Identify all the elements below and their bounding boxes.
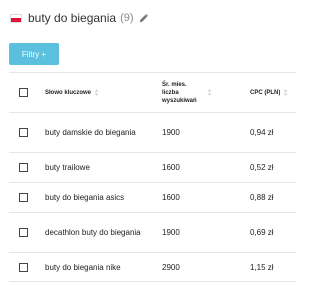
table-row: buty do biegania nike 2900 1,15 zł [9,252,296,282]
row-checkbox[interactable] [18,193,28,202]
keyword-cell: decathlon buty do biegania [45,228,141,237]
row-checkbox[interactable] [18,163,28,172]
keyword-count: (9) [120,12,134,24]
volume-cell: 1600 [162,163,180,172]
select-all-checkbox[interactable] [18,88,28,97]
volume-cell: 1600 [162,193,180,202]
page-title: buty do biegania [28,11,117,25]
row-checkbox[interactable] [18,128,28,137]
sort-icon [94,89,99,96]
keyword-cell: buty trailowe [45,163,90,172]
table-row: decathlon buty do biegania 1900 0,69 zł [9,212,296,252]
cpc-cell: 0,88 zł [250,193,274,202]
row-checkbox[interactable] [18,262,28,272]
sort-icon [284,89,288,96]
keyword-cell: buty do biegania nike [45,262,121,272]
cpc-cell: 0,52 zł [250,163,274,172]
column-header-volume[interactable]: Śr. mies. liczba wyszukiwań [158,81,246,105]
volume-cell: 2900 [162,262,180,272]
keyword-table: Słowo kluczowe Śr. mies. liczba wyszukiw… [9,72,296,282]
keyword-cell: buty do biegania asics [45,193,125,202]
table-row: buty do biegania asics 1600 0,88 zł [9,182,296,212]
row-checkbox[interactable] [18,228,28,237]
keyword-cell: buty damskie do biegania [45,128,136,137]
cpc-cell: 0,69 zł [250,228,274,237]
table-row: buty trailowe 1600 0,52 zł [9,152,296,182]
column-header-cpc[interactable]: CPC (PLN) [246,88,296,97]
poland-flag-icon [10,13,22,23]
page-header: buty do biegania (9) [10,10,149,26]
pencil-icon[interactable] [138,13,149,24]
cpc-cell: 1,15 zł [250,262,274,272]
cpc-cell: 0,94 zł [250,128,274,137]
sort-icon [207,89,212,96]
filter-button[interactable]: Filtry + [9,43,59,65]
column-header-keyword[interactable]: Słowo kluczowe [37,88,158,97]
table-row: buty damskie do biegania 1900 0,94 zł [9,112,296,152]
volume-cell: 1900 [162,128,180,137]
volume-cell: 1900 [162,228,180,237]
table-header-row: Słowo kluczowe Śr. mies. liczba wyszukiw… [9,72,296,112]
